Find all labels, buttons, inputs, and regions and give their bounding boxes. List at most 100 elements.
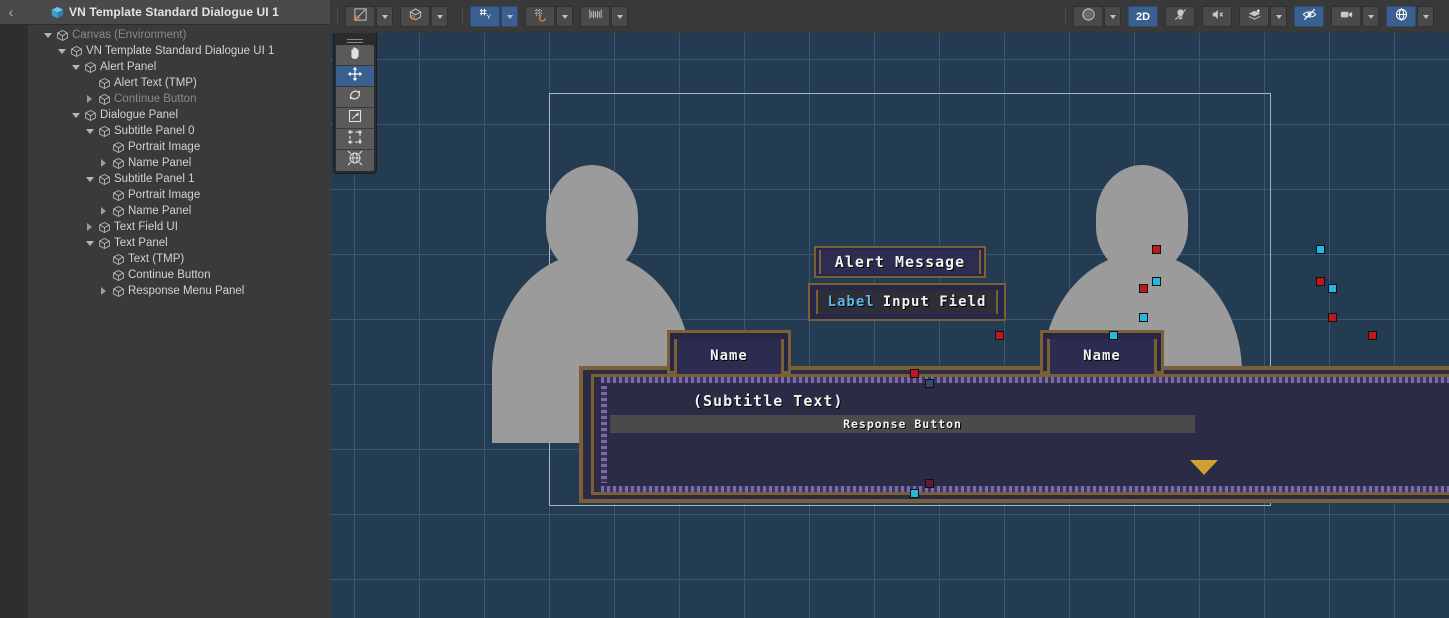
transform-tool[interactable] <box>336 150 374 171</box>
rect-tool[interactable] <box>336 129 374 150</box>
alert-handle-tl[interactable] <box>1152 245 1161 254</box>
gizmos-toggle-dropdown[interactable] <box>1417 6 1434 27</box>
alert-handle-bl[interactable] <box>1152 277 1161 286</box>
dialogue-text-panel[interactable] <box>579 366 1449 503</box>
chevron-right-icon[interactable] <box>98 155 109 171</box>
hierarchy-item-label: Dialogue Panel <box>100 109 179 121</box>
camera-settings[interactable] <box>1331 6 1361 27</box>
input-handle-bl[interactable] <box>1139 313 1148 322</box>
hand-icon <box>347 45 363 66</box>
triangle-down-icon[interactable] <box>1190 460 1218 475</box>
name-panel-right[interactable]: Name <box>1040 330 1164 374</box>
chevron-down-icon[interactable] <box>56 43 67 59</box>
hierarchy-item[interactable]: VN Template Standard Dialogue UI 1 <box>28 43 330 59</box>
text-field-ui[interactable]: Label Input Field <box>808 283 1006 321</box>
name-left-handle-tl[interactable] <box>995 331 1004 340</box>
gameobject-icon <box>71 45 82 57</box>
hierarchy-item[interactable]: Canvas (Environment) <box>28 27 330 43</box>
pivot-mode-toggle[interactable] <box>345 6 375 27</box>
chevron-down-icon[interactable] <box>42 27 53 43</box>
toolbar-divider <box>337 8 338 25</box>
chevron-down-icon[interactable] <box>70 59 81 75</box>
fx-dropdown-dropdown[interactable] <box>1270 6 1287 27</box>
input-handle-tl[interactable] <box>1139 284 1148 293</box>
hierarchy-item[interactable]: Text Field UI <box>28 219 330 235</box>
view-tool[interactable] <box>336 45 374 66</box>
draw-mode-dropdown-dropdown[interactable] <box>1104 6 1121 27</box>
hierarchy-item[interactable]: Dialogue Panel <box>28 107 330 123</box>
chevron-down-icon[interactable] <box>84 123 95 139</box>
alert-handle-tr[interactable] <box>1316 245 1325 254</box>
alert-handle-br[interactable] <box>1316 277 1325 286</box>
chevron-left-icon[interactable]: ‹ <box>0 0 22 25</box>
move-arrows-icon <box>347 66 363 87</box>
pivot-mode-toggle-dropdown[interactable] <box>376 6 393 27</box>
hierarchy-item[interactable]: Name Panel <box>28 203 330 219</box>
hierarchy-item[interactable]: Alert Text (TMP) <box>28 75 330 91</box>
hierarchy-item[interactable]: Portrait Image <box>28 187 330 203</box>
name-panel-left[interactable]: Name <box>667 330 791 374</box>
hierarchy-item[interactable]: Response Menu Panel <box>28 283 330 299</box>
tool-palette <box>333 30 377 174</box>
grid-snapping-toggle[interactable] <box>525 6 555 27</box>
hierarchy-item[interactable]: Continue Button <box>28 91 330 107</box>
alert-panel[interactable]: Alert Message <box>814 246 986 278</box>
chevron-right-icon[interactable] <box>98 283 109 299</box>
hierarchy-item[interactable]: Text Panel <box>28 235 330 251</box>
pivot-handle-tl[interactable] <box>925 379 934 388</box>
hierarchy-item[interactable]: Alert Panel <box>28 59 330 75</box>
chevron-right-icon[interactable] <box>98 203 109 219</box>
name-left-handle-tr[interactable] <box>1109 331 1118 340</box>
resize-handle-bl[interactable] <box>910 489 919 498</box>
hierarchy-item[interactable]: Subtitle Panel 1 <box>28 171 330 187</box>
camera-settings-dropdown[interactable] <box>1362 6 1379 27</box>
scene-visibility-toggle[interactable] <box>1294 6 1324 27</box>
hierarchy-item[interactable]: Continue Button <box>28 267 330 283</box>
hierarchy-item[interactable]: Portrait Image <box>28 139 330 155</box>
gizmos-toggle[interactable] <box>1386 6 1416 27</box>
selection-dash-bottom <box>601 486 1449 492</box>
hierarchy-item[interactable]: Subtitle Panel 0 <box>28 123 330 139</box>
hierarchy-item[interactable]: Name Panel <box>28 155 330 171</box>
chevron-down-icon[interactable] <box>84 171 95 187</box>
chevron-down-icon <box>1275 14 1282 19</box>
2d-mode-toggle[interactable]: 2D <box>1128 6 1158 27</box>
rotate-tool[interactable] <box>336 87 374 108</box>
chevron-down-icon[interactable] <box>84 235 95 251</box>
audio-toggle[interactable] <box>1202 6 1232 27</box>
name-right-handle-tl[interactable] <box>1368 331 1377 340</box>
palette-drag-handle[interactable] <box>336 33 374 45</box>
hidden-eye-icon <box>1302 7 1317 27</box>
resize-handle-tl[interactable] <box>910 369 919 378</box>
handle-space-toggle[interactable] <box>400 6 430 27</box>
input-handle-br[interactable] <box>1328 313 1337 322</box>
grid-visibility-toggle[interactable]: Y <box>470 6 500 27</box>
hierarchy-item[interactable]: Text (TMP) <box>28 251 330 267</box>
hierarchy-item-label: Name Panel <box>128 157 192 169</box>
input-field-row[interactable]: Label Input Field <box>816 290 998 314</box>
hierarchy-item-label: Alert Panel <box>100 61 157 73</box>
grid-visibility-toggle-dropdown[interactable] <box>501 6 518 27</box>
gameobject-icon <box>99 125 110 137</box>
draw-mode-dropdown[interactable] <box>1073 6 1103 27</box>
grid-snapping-toggle-dropdown[interactable] <box>556 6 573 27</box>
handle-space-toggle-dropdown[interactable] <box>431 6 448 27</box>
fx-dropdown[interactable] <box>1239 6 1269 27</box>
chevron-right-icon[interactable] <box>84 91 95 107</box>
scale-tool[interactable] <box>336 108 374 129</box>
gameobject-icon <box>85 109 96 121</box>
chevron-right-icon[interactable] <box>84 219 95 235</box>
pivot-handle-bl[interactable] <box>925 479 934 488</box>
chevron-down-icon[interactable] <box>70 107 81 123</box>
move-tool[interactable] <box>336 66 374 87</box>
hierarchy-tree: Canvas (Environment) VN Template Standard… <box>28 25 330 618</box>
input-handle-tr[interactable] <box>1328 284 1337 293</box>
hierarchy-item-label: Response Menu Panel <box>128 285 245 297</box>
increment-snapping-toggle[interactable] <box>580 6 610 27</box>
gameobject-icon <box>113 285 124 297</box>
scene-view[interactable]: (Subtitle Text) Response Button Name Nam… <box>330 0 1449 618</box>
input-field-value[interactable]: Input Field <box>883 294 987 310</box>
response-button[interactable]: Response Button <box>610 415 1195 433</box>
scene-lighting-toggle[interactable] <box>1165 6 1195 27</box>
increment-snapping-toggle-dropdown[interactable] <box>611 6 628 27</box>
